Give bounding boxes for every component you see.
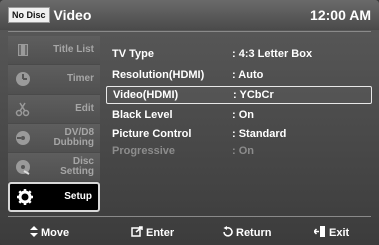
- exit-door-icon: [312, 225, 326, 240]
- sidebar-item-label: Disc Setting: [60, 156, 94, 178]
- sidebar-item-label: Timer: [66, 73, 94, 85]
- sidebar-item-edit[interactable]: Edit: [8, 94, 100, 124]
- sidebar-item-label: Setup: [64, 191, 92, 203]
- setting-name: Picture Control: [112, 128, 192, 140]
- setting-video-hdmi[interactable]: Video(HDMI) : YCbCr: [106, 86, 372, 104]
- sidebar-item-label: Title List: [53, 44, 94, 56]
- disc-icon: [14, 158, 32, 176]
- sidebar-item-label: Edit: [75, 102, 94, 114]
- dvd-setup-screen: No Disc Video 12:00 AM Title List Timer …: [0, 0, 379, 245]
- sidebar-item-setup[interactable]: Setup: [8, 182, 100, 212]
- disc-status-badge: No Disc: [8, 7, 50, 23]
- sidebar-item-dubbing[interactable]: DV/D8 Dubbing: [8, 123, 100, 154]
- setting-name: TV Type: [112, 48, 154, 60]
- setting-name: Progressive: [112, 145, 175, 157]
- setting-value: : On: [232, 109, 254, 121]
- setting-name: Black Level: [112, 109, 173, 121]
- setting-value: : Auto: [232, 69, 264, 81]
- up-down-arrows-icon: [30, 225, 38, 240]
- setting-black-level[interactable]: Black Level : On: [106, 106, 372, 124]
- sidebar-item-label: DV/D8 Dubbing: [53, 127, 94, 149]
- hint-exit: Exit: [312, 225, 350, 240]
- setting-name: Resolution(HDMI): [112, 69, 205, 81]
- gear-icon: [16, 188, 34, 206]
- edit-scissors-icon: [14, 100, 32, 118]
- hint-move-label: Move: [41, 226, 70, 239]
- button-hint-bar: Move Enter Return Exit: [0, 220, 379, 245]
- title-list-icon: [14, 41, 32, 59]
- enter-icon: [131, 225, 143, 240]
- setting-picture-control[interactable]: Picture Control : Standard: [106, 125, 372, 143]
- setting-resolution-hdmi[interactable]: Resolution(HDMI) : Auto: [106, 66, 372, 84]
- hint-enter: Enter: [131, 225, 175, 240]
- title-bar: No Disc Video 12:00 AM: [0, 0, 379, 30]
- dubbing-icon: [14, 129, 32, 147]
- setting-tv-type[interactable]: TV Type : 4:3 Letter Box: [106, 45, 372, 63]
- hint-exit-label: Exit: [329, 226, 350, 239]
- clock: 12:00 AM: [310, 7, 371, 23]
- menu-title: Video: [53, 7, 92, 23]
- timer-icon: [14, 70, 32, 88]
- sidebar-item-title-list[interactable]: Title List: [8, 36, 100, 66]
- return-arrow-icon: [222, 225, 233, 240]
- setting-value: : 4:3 Letter Box: [232, 48, 313, 60]
- hint-move: Move: [30, 225, 70, 240]
- setting-name: Video(HDMI): [113, 89, 179, 101]
- divider: [8, 31, 371, 32]
- sidebar-item-timer[interactable]: Timer: [8, 65, 100, 95]
- hint-return-label: Return: [236, 226, 272, 239]
- setting-value: : YCbCr: [233, 89, 274, 101]
- sidebar: Title List Timer Edit DV/D8 Dubbing Disc…: [8, 36, 100, 212]
- setting-value: : On: [232, 145, 254, 157]
- hint-enter-label: Enter: [146, 226, 175, 239]
- setting-value: : Standard: [232, 128, 287, 140]
- divider: [8, 216, 371, 217]
- hint-return: Return: [222, 225, 272, 240]
- settings-list: TV Type : 4:3 Letter Box Resolution(HDMI…: [106, 36, 372, 212]
- setting-progressive: Progressive : On: [106, 142, 372, 160]
- sidebar-item-disc-setting[interactable]: Disc Setting: [8, 153, 100, 183]
